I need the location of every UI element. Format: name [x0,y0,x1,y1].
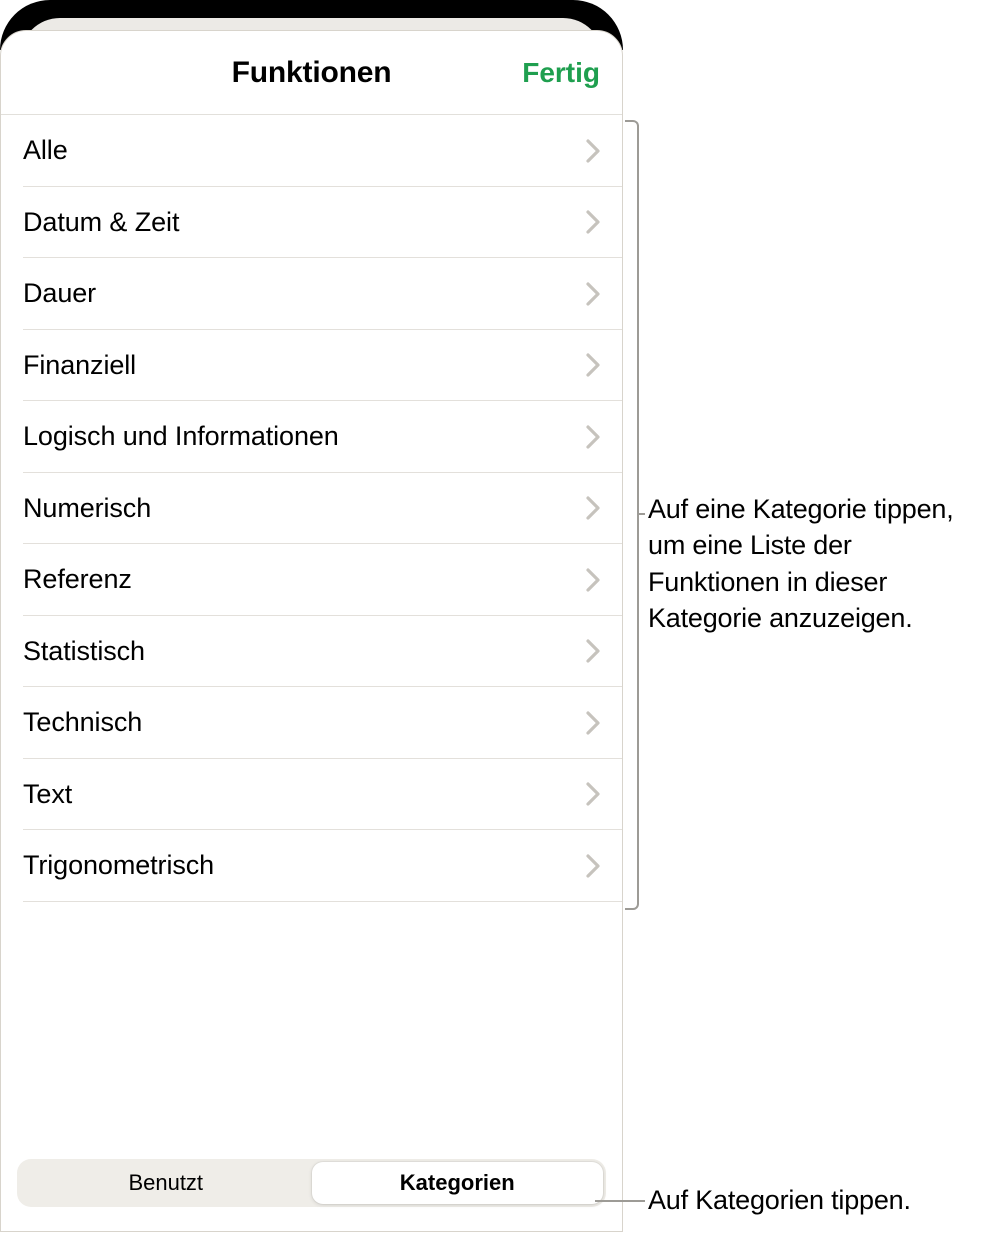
sheet-title: Funktionen [232,56,392,89]
category-label: Referenz [23,564,132,594]
category-label: Dauer [23,278,96,308]
tab-recent[interactable]: Benutzt [20,1162,312,1204]
chevron-right-icon [586,210,600,234]
category-row-duration[interactable]: Dauer [1,258,622,330]
category-row-reference[interactable]: Referenz [1,544,622,616]
segmented-control: Benutzt Kategorien [17,1159,606,1207]
callout-list-text: Auf eine Kategorie tippen, um eine Liste… [648,491,978,637]
category-label: Alle [23,135,68,165]
category-label: Finanziell [23,350,136,380]
category-row-statistical[interactable]: Statistisch [1,616,622,688]
category-row-date-time[interactable]: Datum & Zeit [1,187,622,259]
category-row-trigonometric[interactable]: Trigonometrisch [1,830,622,902]
category-label: Trigonometrisch [23,850,214,880]
chevron-right-icon [586,353,600,377]
category-list: Alle Datum & Zeit Dauer Finanziell Logis… [1,115,622,1153]
functions-sheet: Funktionen Fertig Alle Datum & Zeit Daue… [0,30,623,1232]
category-row-financial[interactable]: Finanziell [1,330,622,402]
sheet-header: Funktionen Fertig [1,31,622,115]
callout-tab-text: Auf Kategorien tippen. [648,1182,978,1218]
category-label: Logisch und Informationen [23,421,339,451]
callout-leader-1 [639,513,645,515]
annotated-screenshot: Funktionen Fertig Alle Datum & Zeit Daue… [0,0,988,1234]
category-row-engineering[interactable]: Technisch [1,687,622,759]
tab-categories[interactable]: Kategorien [312,1162,604,1204]
done-button[interactable]: Fertig [522,31,600,115]
category-label: Technisch [23,707,142,737]
category-row-logical-info[interactable]: Logisch und Informationen [1,401,622,473]
sheet-footer: Benutzt Kategorien [1,1153,622,1231]
category-label: Numerisch [23,493,151,523]
chevron-right-icon [586,139,600,163]
chevron-right-icon [586,425,600,449]
category-row-text[interactable]: Text [1,759,622,831]
category-label: Datum & Zeit [23,207,179,237]
chevron-right-icon [586,282,600,306]
chevron-right-icon [586,854,600,878]
category-row-all[interactable]: Alle [1,115,622,187]
chevron-right-icon [586,496,600,520]
chevron-right-icon [586,639,600,663]
category-label: Statistisch [23,636,145,666]
category-label: Text [23,779,72,809]
chevron-right-icon [586,782,600,806]
chevron-right-icon [586,711,600,735]
category-row-numeric[interactable]: Numerisch [1,473,622,545]
callout-bracket [625,120,639,910]
callout-leader-2 [595,1200,645,1202]
chevron-right-icon [586,568,600,592]
